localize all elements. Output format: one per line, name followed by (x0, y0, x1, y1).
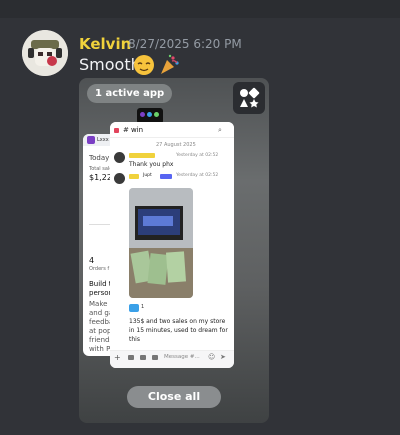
shared-photo[interactable] (129, 188, 193, 298)
today-label: Today (89, 154, 110, 162)
top-bar (0, 0, 400, 18)
add-icon[interactable]: + (114, 353, 121, 362)
party-popper-icon (161, 54, 179, 74)
shapes-icon (240, 87, 260, 108)
avatar[interactable] (22, 30, 68, 76)
gamepad-icon[interactable] (128, 355, 134, 360)
message-input[interactable]: Message #... (164, 354, 200, 360)
gift-icon[interactable] (140, 355, 146, 360)
reaction-count[interactable]: 1 (141, 304, 144, 310)
search-icon[interactable]: ⌕ (218, 126, 222, 135)
image-attachment[interactable]: 1 active app Lxxx Today Total sales $1,2… (79, 78, 269, 423)
chat-message: Thank you phx (129, 161, 174, 168)
active-apps-badge: 1 active app (87, 84, 173, 103)
back-app-header: Lxxx (97, 137, 109, 143)
date-divider: 27 August 2025 (156, 142, 196, 148)
message-text: Smooth (79, 55, 141, 74)
role-badge (160, 174, 172, 179)
send-icon[interactable]: ➤ (220, 353, 226, 361)
message-time: Yesterday at 02:52 (176, 153, 219, 158)
avatar[interactable] (114, 173, 125, 184)
author-name-redacted (129, 174, 139, 179)
author-name: Jupt (143, 173, 152, 178)
orders-label: Orders f (89, 266, 110, 272)
expand-image-button[interactable] (233, 82, 265, 114)
relieved-face-icon (134, 55, 154, 75)
message-author[interactable]: Kelvin (79, 35, 131, 53)
apps-icon[interactable] (152, 355, 158, 360)
reaction-emoji[interactable] (129, 304, 139, 312)
orders-count: 4 (89, 256, 95, 265)
hash-icon: # (123, 126, 129, 134)
message-time: Yesterday at 02:52 (176, 173, 219, 178)
message-timestamp: 8/27/2025 6:20 PM (128, 37, 242, 51)
chat-message: 135$ and two sales on my store in 15 min… (129, 318, 228, 343)
discord-app-card[interactable]: # win ⌕ 27 August 2025 Yesterday at 02:5… (110, 122, 234, 368)
emoji-icon[interactable]: ☺ (208, 353, 215, 361)
close-all-button[interactable]: Close all (127, 386, 221, 408)
author-name-redacted (129, 153, 155, 158)
channel-name: win (131, 126, 144, 134)
avatar[interactable] (114, 152, 125, 163)
